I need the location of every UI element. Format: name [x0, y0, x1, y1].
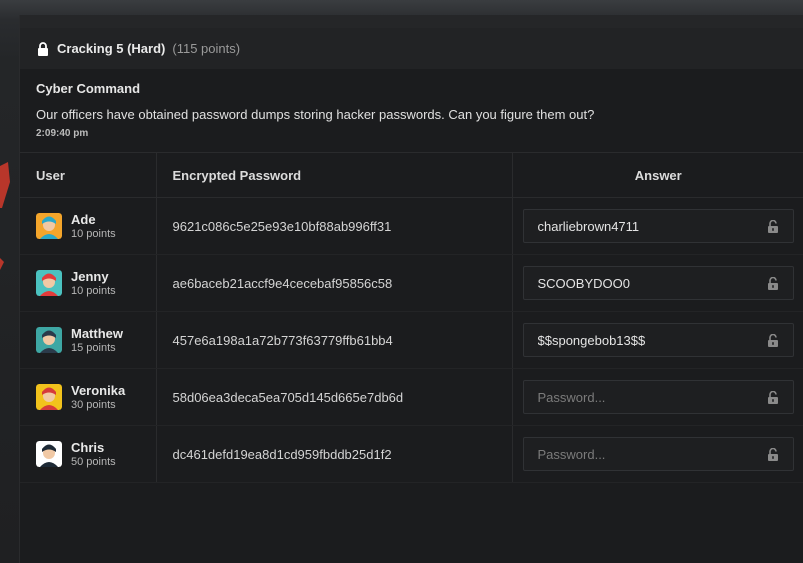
table-row: Veronika 30 points 58d06ea3deca5ea705d14…	[20, 368, 803, 426]
table-row: Jenny 10 points ae6baceb21accf9e4cecebaf…	[20, 254, 803, 312]
panel-top-strip	[20, 15, 803, 28]
unlock-icon[interactable]	[767, 333, 779, 347]
user-name: Veronika	[71, 382, 126, 398]
challenge-panel: Cracking 5 (Hard) (115 points) Cyber Com…	[19, 15, 803, 563]
message-author: Cyber Command	[36, 81, 141, 96]
red-shape-fragment	[0, 258, 4, 270]
answer-input[interactable]	[537, 275, 767, 291]
encrypted-password: dc461defd19ea8d1cd959fbddb25d1f2	[156, 425, 513, 483]
red-shape-fragment	[0, 162, 10, 208]
table-row: Chris 50 points dc461defd19ea8d1cd959fbd…	[20, 425, 803, 483]
user-cell: Jenny 10 points	[20, 254, 157, 312]
user-cell: Ade 10 points	[20, 197, 157, 255]
user-name: Matthew	[71, 325, 123, 341]
answer-cell	[512, 368, 803, 426]
encrypted-password: ae6baceb21accf9e4cecebaf95856c58	[156, 254, 513, 312]
answer-field[interactable]	[522, 437, 794, 471]
user-info: Veronika 30 points	[36, 383, 140, 412]
user-info: Chris 50 points	[36, 440, 140, 469]
answer-cell	[512, 425, 803, 483]
user-name: Jenny	[71, 268, 109, 284]
answer-input[interactable]	[537, 332, 767, 348]
user-info: Ade 10 points	[36, 212, 140, 241]
unlock-icon[interactable]	[767, 276, 779, 290]
user-name: Ade	[71, 211, 96, 227]
answer-column-header: Answer	[512, 153, 803, 198]
lock-icon	[38, 41, 48, 56]
user-points: 10 points	[71, 284, 116, 297]
user-text: Jenny 10 points	[71, 269, 116, 298]
answer-input[interactable]	[537, 389, 767, 405]
user-points: 30 points	[71, 398, 116, 411]
challenge-title-bar: Cracking 5 (Hard) (115 points)	[20, 28, 803, 69]
user-cell: Veronika 30 points	[20, 368, 157, 426]
user-info: Matthew 15 points	[36, 326, 140, 355]
user-text: Matthew 15 points	[71, 326, 123, 355]
challenge-points: (115 points)	[172, 41, 241, 56]
answer-field[interactable]	[522, 380, 794, 414]
answer-field[interactable]	[522, 323, 794, 357]
answer-input[interactable]	[537, 218, 767, 234]
table-row: Matthew 15 points 457e6a198a1a72b773f637…	[20, 311, 803, 369]
unlock-icon[interactable]	[767, 219, 779, 233]
user-points: 10 points	[71, 227, 116, 240]
user-cell: Chris 50 points	[20, 425, 157, 483]
answer-input[interactable]	[537, 446, 767, 462]
challenge-description: Cyber Command Our officers have obtained…	[20, 69, 803, 153]
encrypted-password-column-header: Encrypted Password	[156, 153, 513, 198]
encrypted-password: 9621c086c5e25e93e10bf88ab996ff31	[156, 197, 513, 255]
avatar	[36, 270, 62, 296]
answer-cell	[512, 197, 803, 255]
avatar	[36, 441, 62, 467]
unlock-icon[interactable]	[767, 447, 779, 461]
answer-field[interactable]	[522, 209, 794, 243]
user-name: Chris	[71, 439, 105, 455]
message-text: Our officers have obtained password dump…	[36, 107, 595, 122]
message-time: 2:09:40 pm	[36, 128, 89, 139]
user-points: 15 points	[71, 341, 116, 354]
avatar	[36, 327, 62, 353]
answer-cell	[512, 311, 803, 369]
user-cell: Matthew 15 points	[20, 311, 157, 369]
encrypted-password: 58d06ea3deca5ea705d145d665e7db6d	[156, 368, 513, 426]
user-text: Chris 50 points	[71, 440, 116, 469]
user-points: 50 points	[71, 455, 116, 468]
user-info: Jenny 10 points	[36, 269, 140, 298]
table-row: Ade 10 points 9621c086c5e25e93e10bf88ab9…	[20, 197, 803, 255]
password-table: User Encrypted Password Answer Ade 10 po…	[20, 153, 803, 483]
user-column-header: User	[20, 153, 157, 198]
unlock-icon[interactable]	[767, 390, 779, 404]
encrypted-password: 457e6a198a1a72b773f63779ffb61bb4	[156, 311, 513, 369]
table-header-row: User Encrypted Password Answer	[20, 153, 803, 198]
user-text: Ade 10 points	[71, 212, 116, 241]
avatar	[36, 384, 62, 410]
answer-cell	[512, 254, 803, 312]
avatar	[36, 213, 62, 239]
answer-field[interactable]	[522, 266, 794, 300]
challenge-title: Cracking 5 (Hard)	[57, 41, 166, 56]
user-text: Veronika 30 points	[71, 383, 125, 412]
